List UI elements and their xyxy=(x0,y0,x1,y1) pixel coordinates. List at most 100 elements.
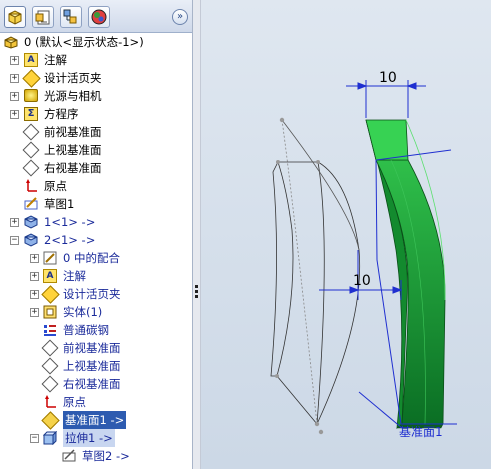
tree-item-mates[interactable]: + 0 中的配合 xyxy=(0,249,190,267)
tree-item-sub-origin[interactable]: 原点 xyxy=(0,393,190,411)
plane-icon xyxy=(41,339,59,357)
tree-item-label: 基准面1 -> xyxy=(63,411,127,429)
splitter-grip xyxy=(195,290,198,293)
tree-item-label: 右视基准面 xyxy=(63,377,121,391)
plane-icon xyxy=(22,123,40,141)
tree-root[interactable]: 0 (默认<显示状态-1>) xyxy=(4,33,189,51)
tree-item-part2[interactable]: − 2<1> -> xyxy=(0,231,190,249)
tree-item-plane1[interactable]: 基准面1 -> xyxy=(0,411,190,430)
propertymanager-tab[interactable] xyxy=(32,6,54,28)
expand-icon[interactable]: + xyxy=(30,254,39,263)
extruded-body[interactable] xyxy=(365,119,446,429)
plane-icon xyxy=(41,375,59,393)
tree-item-sub-annotations[interactable]: + A 注解 xyxy=(0,267,190,285)
tree-item-label: 上视基准面 xyxy=(44,143,102,157)
featuremanager-tab[interactable] xyxy=(4,6,26,28)
tree-item-label: 注解 xyxy=(63,269,86,283)
expand-icon[interactable]: + xyxy=(30,272,39,281)
sketch-icon xyxy=(24,197,38,210)
solid-bodies-icon xyxy=(43,305,57,319)
tree-item-equations[interactable]: + Σ 方程序 xyxy=(0,105,190,123)
annotation-icon: A xyxy=(24,53,38,67)
expand-icon[interactable]: + xyxy=(10,74,19,83)
tree-item-solid-bodies[interactable]: + 实体(1) xyxy=(0,303,190,321)
tree-item-label: 方程序 xyxy=(44,107,79,121)
expand-icon[interactable]: + xyxy=(10,56,19,65)
tree-item-label: 拉伸1 -> xyxy=(63,429,115,447)
propertymanager-icon xyxy=(35,10,50,25)
tree-item-label: 0 中的配合 xyxy=(63,251,120,265)
ghost-body-vertices xyxy=(275,117,324,435)
expand-icon[interactable]: + xyxy=(30,308,39,317)
tree-item-right-plane[interactable]: 右视基准面 xyxy=(0,159,190,177)
appearance-icon xyxy=(91,9,107,25)
ghost-body-wireframe xyxy=(270,119,361,425)
collapse-icon[interactable]: − xyxy=(30,434,39,443)
tree-item-label: 上视基准面 xyxy=(63,359,121,373)
assembly-icon xyxy=(4,36,18,49)
origin-icon xyxy=(45,395,56,408)
splitter-grip xyxy=(195,295,198,298)
tree-item-sketch2[interactable]: 草图2 -> xyxy=(0,447,190,465)
extrude-icon xyxy=(43,431,57,445)
tree-item-label: 草图1 xyxy=(44,197,75,211)
tree-item-origin[interactable]: 原点 xyxy=(0,177,190,195)
tree-item-label: 草图2 -> xyxy=(82,449,130,463)
tree-item-design-binder[interactable]: + 设计活页夹 xyxy=(0,69,190,88)
feature-manager-panel: » 0 (默认<显示状态-1>) + A 注解 + 设计活页夹 + 光源与相机 … xyxy=(0,0,193,469)
mates-icon xyxy=(43,251,57,265)
dimension-middle-value[interactable]: 10 xyxy=(353,273,371,289)
tree-item-extrude1[interactable]: − 拉伸1 -> xyxy=(0,429,190,447)
appearance-tab[interactable] xyxy=(88,6,110,28)
expand-icon[interactable]: + xyxy=(10,110,19,119)
tree-item-label: 原点 xyxy=(63,395,86,409)
tree-item-material[interactable]: 普通碳钢 xyxy=(0,321,190,339)
tree-item-sub-design-binder[interactable]: + 设计活页夹 xyxy=(0,285,190,304)
sketch-icon xyxy=(62,449,76,462)
tree-item-label: 普通碳钢 xyxy=(63,323,109,337)
tree-item-part1[interactable]: + 1<1> -> xyxy=(0,213,190,231)
tree-item-top-plane[interactable]: 上视基准面 xyxy=(0,141,190,159)
annotation-icon: A xyxy=(43,269,57,283)
collapse-panel-button[interactable]: » xyxy=(172,9,188,25)
tree-item-label: 设计活页夹 xyxy=(63,287,121,301)
tree-item-label: 注解 xyxy=(44,53,67,67)
expand-icon[interactable]: + xyxy=(10,92,19,101)
origin-icon xyxy=(26,179,37,192)
tree-item-label: 前视基准面 xyxy=(63,341,121,355)
tree-root-label: 0 (默认<显示状态-1>) xyxy=(24,35,144,49)
tree-item-sub-right-plane[interactable]: 右视基准面 xyxy=(0,375,190,393)
plane-icon xyxy=(22,159,40,177)
material-icon xyxy=(44,325,56,336)
dimension-top-value[interactable]: 10 xyxy=(379,70,397,86)
design-binder-icon xyxy=(41,285,60,304)
lights-cameras-icon xyxy=(24,89,38,102)
expand-icon[interactable]: + xyxy=(10,218,19,227)
configurationmanager-tab[interactable] xyxy=(60,6,82,28)
panel-splitter[interactable] xyxy=(193,0,201,469)
panel-tab-bar: » xyxy=(0,0,192,33)
tree-item-label: 2<1> -> xyxy=(44,233,96,247)
tree-item-front-plane[interactable]: 前视基准面 xyxy=(0,123,190,141)
equations-icon: Σ xyxy=(24,107,38,121)
tree-item-annotations[interactable]: + A 注解 xyxy=(0,51,190,69)
featuremanager-icon xyxy=(8,10,22,25)
tree-item-sub-top-plane[interactable]: 上视基准面 xyxy=(0,357,190,375)
tree-item-label: 光源与相机 xyxy=(44,89,102,103)
tree-item-sketch1[interactable]: 草图1 xyxy=(0,195,190,213)
expand-icon[interactable]: + xyxy=(30,290,39,299)
reference-plane-icon xyxy=(41,411,60,430)
design-binder-icon xyxy=(22,69,41,88)
tree-item-label: 实体(1) xyxy=(63,305,103,319)
tree-item-label: 设计活页夹 xyxy=(44,71,102,85)
tree-item-label: 1<1> -> xyxy=(44,215,96,229)
reference-plane-label[interactable]: 基准面1 xyxy=(399,425,443,439)
graphics-viewport[interactable]: 10 10 基准面1 xyxy=(201,0,491,469)
collapse-icon[interactable]: − xyxy=(10,236,19,245)
configurationmanager-icon xyxy=(63,9,77,24)
tree-item-lights-cameras[interactable]: + 光源与相机 xyxy=(0,87,190,105)
model-view[interactable]: 10 10 基准面1 xyxy=(201,0,491,469)
tree-item-label: 前视基准面 xyxy=(44,125,102,139)
plane-icon xyxy=(22,141,40,159)
tree-item-sub-front-plane[interactable]: 前视基准面 xyxy=(0,339,190,357)
